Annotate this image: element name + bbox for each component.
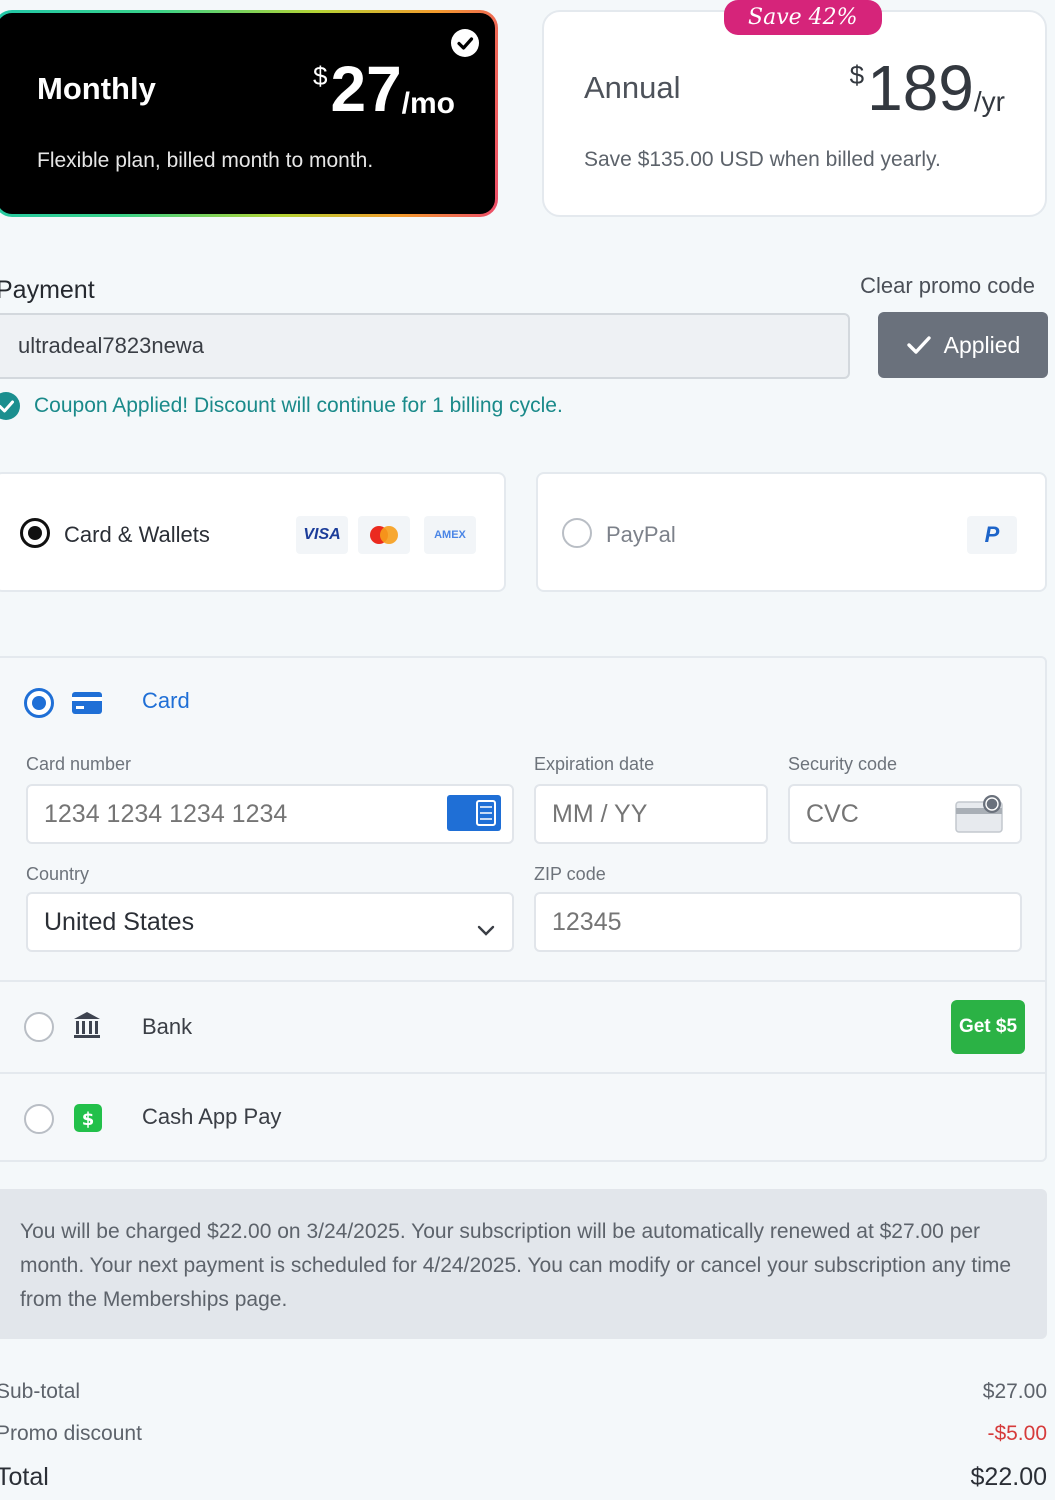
bank-radio[interactable]	[24, 1012, 54, 1042]
card-radio[interactable]	[24, 688, 54, 718]
discount-row: Promo discount -$5.00	[0, 1422, 1047, 1446]
expiry-label: Expiration date	[534, 754, 655, 774]
country-value: United States	[44, 908, 195, 936]
clear-promo-link[interactable]: Clear promo code	[860, 273, 1035, 299]
price-period: /yr	[973, 86, 1005, 117]
paypal-logo-icon: P	[967, 516, 1017, 554]
amex-logo-icon: AMEX	[424, 516, 476, 554]
subtotal-label: Sub-total	[0, 1380, 81, 1403]
price-amount: 189	[867, 52, 974, 124]
plan-name: Monthly	[37, 71, 156, 106]
price-currency: $	[313, 61, 328, 91]
total-label: Total	[0, 1463, 49, 1491]
cashapp-option-label: Cash App Pay	[142, 1104, 282, 1129]
payment-method-panel: Card Card number Expiration date Securit…	[0, 656, 1047, 1162]
billing-info-box: You will be charged $22.00 on 3/24/2025.…	[0, 1189, 1047, 1339]
plan-price: $ 27 /mo	[313, 51, 455, 127]
card-brand-icon	[447, 795, 501, 836]
coupon-message-text: Coupon Applied! Discount will continue f…	[34, 394, 563, 417]
chevron-down-icon	[476, 916, 496, 945]
promo-code-input[interactable]	[0, 313, 850, 379]
monthly-plan-card[interactable]: Monthly $ 27 /mo Flexible plan, billed m…	[0, 10, 498, 217]
payment-title: Payment	[0, 276, 95, 304]
price-amount: 27	[330, 53, 402, 125]
selected-check-icon	[451, 29, 479, 57]
card-wallets-option[interactable]: Card & Wallets VISA AMEX	[0, 472, 506, 592]
zip-input[interactable]	[534, 892, 1022, 952]
card-number-input[interactable]	[26, 784, 514, 844]
bank-icon	[72, 1010, 102, 1045]
plan-price: $ 189 /yr	[850, 50, 1005, 126]
check-icon	[906, 336, 931, 354]
cvc-label: Security code	[788, 754, 898, 774]
subtotal-value: $27.00	[982, 1380, 1047, 1403]
save-badge: Save 42%	[724, 0, 882, 35]
plan-description: Save $135.00 USD when billed yearly.	[584, 148, 941, 171]
coupon-message: Coupon Applied! Discount will continue f…	[0, 392, 563, 420]
paypal-radio[interactable]	[562, 518, 592, 548]
bank-option-label: Bank	[142, 1014, 193, 1039]
applied-label: Applied	[943, 331, 1021, 358]
price-period: /mo	[401, 87, 455, 120]
total-row: Total $22.00	[0, 1463, 1047, 1492]
plan-name: Annual	[584, 70, 681, 105]
applied-button[interactable]: Applied	[878, 312, 1048, 378]
total-value: $22.00	[970, 1463, 1047, 1491]
svg-text:$: $	[82, 1109, 95, 1130]
success-check-icon	[0, 392, 20, 420]
paypal-option[interactable]: PayPal P	[536, 472, 1047, 592]
divider	[0, 980, 1045, 982]
card-number-label: Card number	[26, 754, 132, 774]
visa-logo-icon: VISA	[296, 516, 348, 554]
discount-value: -$5.00	[987, 1422, 1047, 1445]
get-5-badge: Get $5	[951, 1000, 1025, 1054]
country-label: Country	[26, 864, 90, 884]
discount-label: Promo discount	[0, 1422, 142, 1445]
country-select[interactable]: United States	[26, 892, 514, 952]
cvc-card-icon	[954, 794, 1008, 839]
cashapp-icon: $	[74, 1104, 102, 1137]
annual-plan-card[interactable]: Save 42% Annual $ 189 /yr Save $135.00 U…	[542, 0, 1047, 217]
expiry-input[interactable]	[534, 784, 768, 844]
card-option-label: Card	[142, 688, 190, 713]
zip-label: ZIP code	[534, 864, 606, 884]
price-currency: $	[849, 60, 865, 90]
divider	[0, 1072, 1045, 1074]
card-wallets-radio[interactable]	[20, 518, 50, 548]
plan-description: Flexible plan, billed month to month.	[37, 149, 374, 172]
cashapp-radio[interactable]	[24, 1104, 54, 1134]
credit-card-icon	[72, 692, 102, 719]
card-wallets-label: Card & Wallets	[64, 522, 210, 547]
subtotal-row: Sub-total $27.00	[0, 1380, 1047, 1404]
mastercard-logo-icon	[358, 516, 410, 554]
paypal-label: PayPal	[606, 522, 676, 547]
